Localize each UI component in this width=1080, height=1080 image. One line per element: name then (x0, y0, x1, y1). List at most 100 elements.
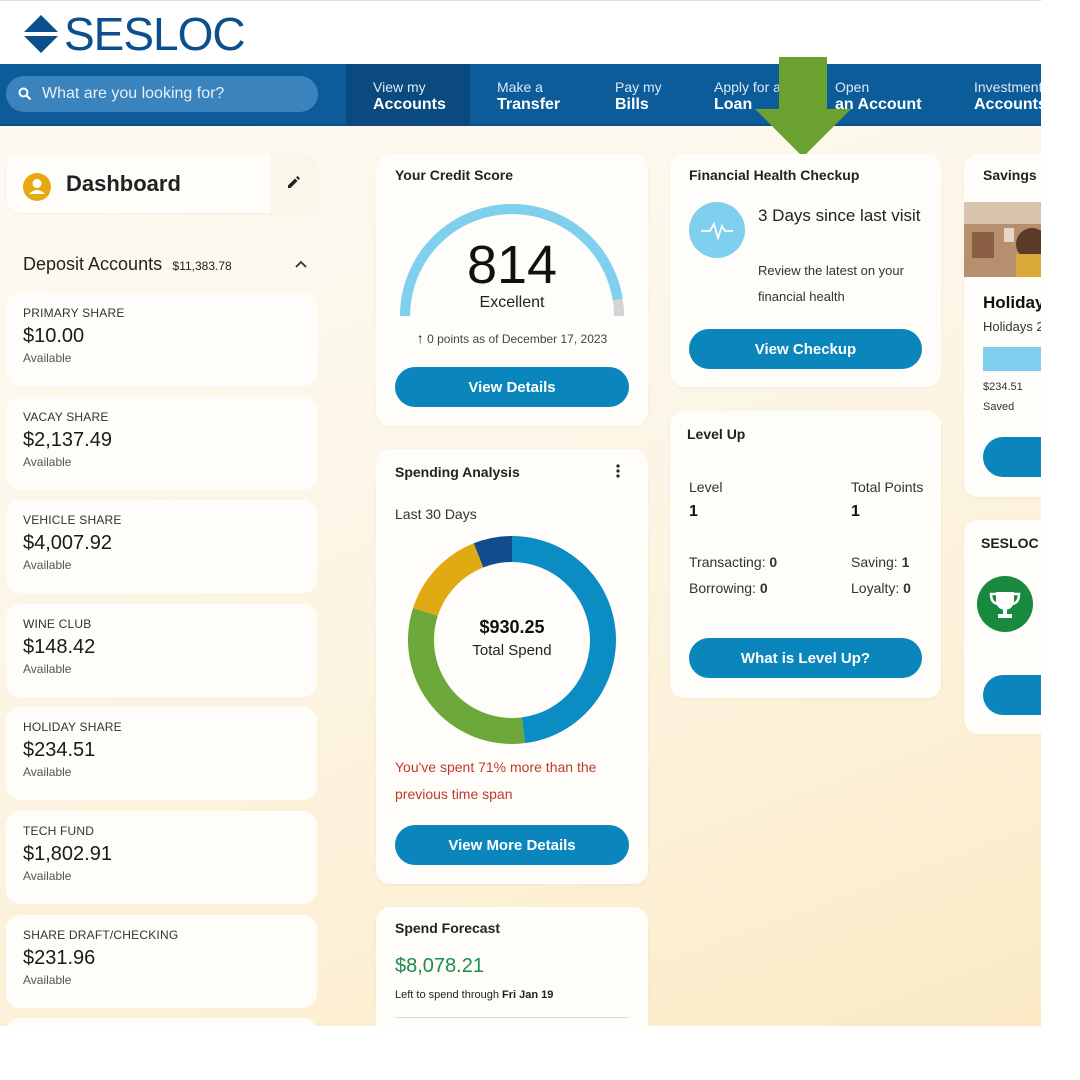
view-more-details-button[interactable]: View More Details (395, 825, 629, 865)
health-description: Review the latest on your financial heal… (758, 263, 904, 304)
sesloc-logo[interactable]: SESLOC (22, 8, 246, 60)
divider (395, 1017, 629, 1018)
credit-score-card: Your Credit Score 814 Excellent ↑ 0 poin… (376, 154, 648, 426)
spending-donut-chart (408, 536, 617, 744)
credit-score-value: 814 (466, 235, 558, 295)
spend-forecast-card: Spend Forecast $8,078.21 Left to spend t… (376, 907, 648, 1026)
annotation-arrow-icon (755, 57, 851, 157)
account-name: WINE CLUB (23, 617, 92, 631)
donut-segment (512, 536, 617, 744)
spending-period: Last 30 Days (395, 506, 477, 522)
account-balance: $234.51 (23, 739, 96, 761)
account-name: TECH FUND (23, 824, 95, 838)
view-details-button[interactable]: View Details (395, 367, 629, 407)
savings-saved-amount: $234.51 (983, 381, 1023, 393)
dashboard-header: Dashboard (6, 154, 317, 213)
nav-line2: Transfer (497, 96, 561, 113)
nav-investment-accounts[interactable]: Investment Accounts (974, 64, 1041, 126)
account-status: Available (23, 662, 72, 676)
deposit-accounts-label: Deposit Accounts (23, 254, 163, 274)
heartbeat-icon (689, 202, 745, 258)
saving-value: 1 (901, 554, 910, 570)
credit-score-change-row: ↑ 0 points as of December 17, 2023 (376, 330, 648, 346)
account-balance: $2,137.49 (23, 429, 112, 451)
spending-analysis-title: Spending Analysis (395, 464, 520, 480)
nav-line2: Accounts (373, 96, 446, 113)
transacting-label: Transacting: (689, 554, 766, 570)
deposit-accounts-header[interactable]: Deposit Accounts $11,383.78 (23, 254, 317, 278)
spending-total: $930.25 (479, 617, 545, 637)
sesloc-rewards-card: SESLOC R (964, 520, 1041, 734)
account-card[interactable]: WINE CLUB $148.42 Available (6, 604, 317, 697)
chevron-up-icon[interactable] (295, 260, 307, 268)
saving-stat: Saving: 1 (851, 554, 909, 570)
nav-line1: Investment (974, 79, 1041, 95)
borrowing-label: Borrowing: (689, 580, 756, 596)
search-icon (18, 87, 32, 101)
health-days-since: 3 Days since last visit (758, 206, 921, 225)
account-balance: $148.42 (23, 636, 96, 658)
credit-score-title: Your Credit Score (395, 167, 513, 183)
rewards-button[interactable] (983, 675, 1041, 715)
level-up-card: Level Up Level 1 Total Points 1 Transact… (670, 411, 941, 698)
search-input[interactable]: What are you looking for? (6, 76, 318, 112)
nav-line1: Make a (497, 79, 543, 95)
account-card[interactable] (6, 1018, 317, 1026)
savings-goals-card: Savings G Holiday Holidays 2 $234.51 Sav… (964, 154, 1041, 497)
main-nav: What are you looking for? View my Accoun… (0, 64, 1041, 126)
account-status: Available (23, 869, 72, 883)
account-name: VEHICLE SHARE (23, 513, 122, 527)
account-status: Available (23, 558, 72, 572)
account-balance: $231.96 (23, 947, 96, 969)
credit-score-change: 0 points as of December 17, 2023 (427, 332, 608, 346)
loyalty-label: Loyalty: (851, 580, 900, 596)
spend-forecast-title: Spend Forecast (395, 920, 501, 936)
donut-segment (413, 543, 484, 616)
account-name: VACAY SHARE (23, 410, 109, 424)
search-placeholder: What are you looking for? (42, 85, 225, 102)
account-status: Available (23, 973, 72, 987)
holiday-goal-image (964, 202, 1041, 277)
level-value: 1 (689, 503, 698, 520)
spend-forecast-amount: $8,078.21 (395, 955, 484, 977)
top-header: SESLOC (0, 0, 1041, 64)
account-name: SHARE DRAFT/CHECKING (23, 928, 179, 942)
sesloc-rewards-title: SESLOC R (981, 535, 1041, 551)
more-options-icon[interactable] (614, 463, 622, 479)
savings-goal-button[interactable] (983, 437, 1041, 477)
level-up-title: Level Up (687, 426, 746, 442)
spend-forecast-text: Left to spend through (395, 989, 499, 1001)
spending-analysis-card: Spending Analysis Last 30 Days $930.25 T… (376, 449, 648, 884)
nav-pay-bills[interactable]: Pay my Bills (615, 64, 695, 126)
logo-text: SESLOC (64, 8, 246, 60)
account-status: Available (23, 455, 72, 469)
account-balance: $4,007.92 (23, 532, 112, 554)
savings-goals-title: Savings G (983, 167, 1041, 183)
what-is-level-up-button[interactable]: What is Level Up? (689, 638, 922, 678)
dashboard-title: Dashboard (66, 171, 181, 196)
spending-total-label: Total Spend (472, 642, 552, 659)
financial-health-card: Financial Health Checkup 3 Days since la… (670, 154, 941, 387)
arrow-up-icon: ↑ (416, 330, 424, 346)
transacting-stat: Transacting: 0 (689, 554, 777, 570)
account-card[interactable]: HOLIDAY SHARE $234.51 Available (6, 707, 317, 800)
view-checkup-button[interactable]: View Checkup (689, 329, 922, 369)
account-card[interactable]: SHARE DRAFT/CHECKING $231.96 Available (6, 915, 317, 1008)
account-card[interactable]: VEHICLE SHARE $4,007.92 Available (6, 500, 317, 593)
account-card[interactable]: VACAY SHARE $2,137.49 Available (6, 397, 317, 490)
level-up-header: Level Up (670, 411, 941, 455)
savings-goal-subtitle: Holidays 2 (983, 319, 1041, 334)
savings-saved-label: Saved (983, 401, 1015, 413)
total-points-label: Total Points (851, 479, 924, 495)
account-card[interactable]: TECH FUND $1,802.91 Available (6, 811, 317, 904)
account-card[interactable]: PRIMARY SHARE $10.00 Available (6, 293, 317, 386)
account-balance: $10.00 (23, 325, 85, 347)
spend-forecast-text-row: Left to spend through Fri Jan 19 (395, 989, 553, 1001)
edit-pencil-icon[interactable] (286, 176, 300, 190)
nav-view-accounts[interactable]: View my Accounts (346, 64, 470, 126)
nav-line2: Bills (615, 96, 649, 113)
savings-progress-bar (983, 347, 1041, 371)
nav-make-transfer[interactable]: Make a Transfer (497, 64, 597, 126)
nav-line1: View my (373, 79, 426, 95)
nav-line2: Accounts (974, 96, 1041, 113)
